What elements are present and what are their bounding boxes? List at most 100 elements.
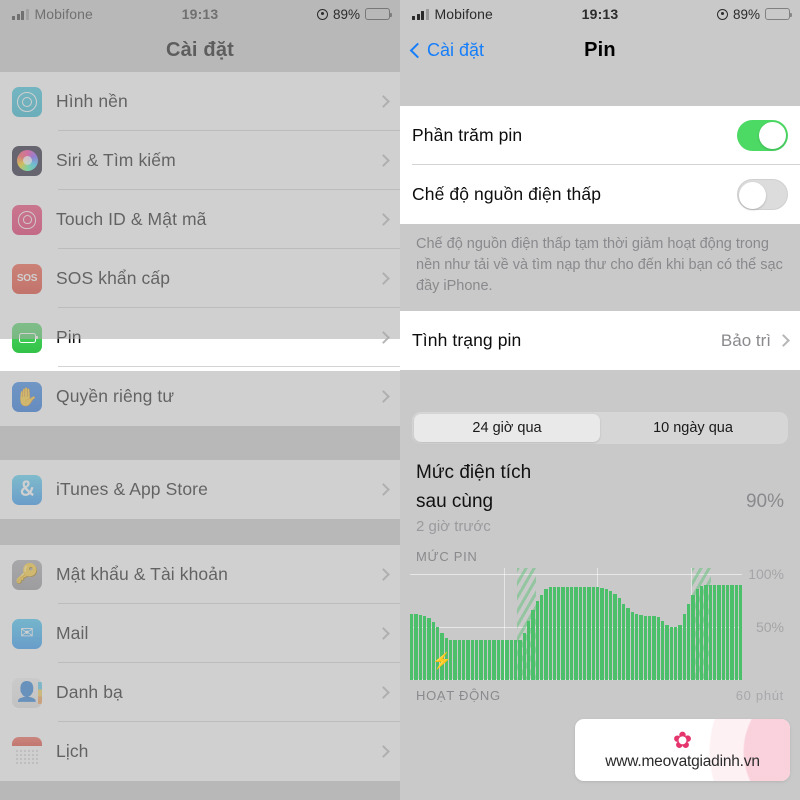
- sidebar-item-privacy[interactable]: ✋ Quyền riêng tư: [0, 367, 400, 426]
- low-power-mode-note: Chế độ nguồn điện thấp tạm thời giảm hoạ…: [416, 236, 783, 295]
- row-battery-percentage[interactable]: Phần trăm pin: [400, 106, 800, 165]
- low-power-mode-toggle[interactable]: [737, 179, 788, 210]
- location-arrow-icon: [316, 8, 328, 20]
- row-label: Chế độ nguồn điện thấp: [412, 184, 602, 204]
- siri-icon: [12, 145, 42, 176]
- chart-bar: [604, 588, 609, 680]
- battery-settings-icon: [12, 322, 42, 353]
- sidebar-item-label: Pin: [56, 327, 82, 347]
- chart-bar: [496, 639, 500, 680]
- chart-bar: [513, 639, 518, 680]
- tab-last-24-hours[interactable]: 24 giờ qua: [414, 414, 600, 443]
- chart-bar: [613, 594, 617, 680]
- sidebar-item-mail[interactable]: ✉ Mail: [0, 604, 400, 663]
- chart-bar: [539, 595, 544, 680]
- battery-level-chart: 100% 50% ⚡: [410, 565, 784, 680]
- ytick-100: 100%: [748, 565, 784, 582]
- chart-bar: [492, 639, 496, 680]
- chart-bar: [483, 639, 487, 680]
- sidebar-item-itunes-app-store[interactable]: ＆ iTunes & App Store: [0, 460, 400, 519]
- chart-bar: [414, 614, 418, 680]
- back-button[interactable]: Cài đặt: [409, 39, 485, 61]
- chart-bar: [717, 584, 721, 680]
- chart-bar: [665, 624, 669, 680]
- sidebar-item-label: Mail: [56, 623, 89, 643]
- calendar-icon: [12, 736, 42, 767]
- sos-icon: SOS: [12, 263, 42, 294]
- chart-bar: [565, 586, 570, 680]
- time-range-segmented-control-wrapper: 24 giờ qua 10 ngày qua: [400, 400, 800, 454]
- chart-bar: [466, 639, 470, 680]
- chart-bar: [410, 614, 414, 680]
- row-battery-health[interactable]: Tình trạng pin Bảo trì: [400, 311, 800, 371]
- usage-percent-value: 90%: [745, 491, 784, 513]
- sidebar-item-touch-id[interactable]: Touch ID & Mật mã: [0, 190, 400, 249]
- chart-bar: [509, 639, 513, 680]
- sidebar-item-label: Hình nền: [56, 91, 128, 111]
- chevron-right-icon: [377, 154, 390, 167]
- sidebar-item-emergency-sos[interactable]: SOS SOS khẩn cấp: [0, 249, 400, 308]
- chart-bar: [470, 639, 474, 680]
- chart-bar: [609, 590, 613, 680]
- chart-bar: [674, 626, 678, 680]
- chart-bar: [691, 595, 695, 680]
- chart-bar: [526, 620, 531, 680]
- chart-bar: [682, 614, 686, 680]
- time-range-segmented-control[interactable]: 24 giờ qua 10 ngày qua: [412, 412, 788, 445]
- ytick-50: 50%: [755, 618, 784, 635]
- sidebar-item-calendar[interactable]: Lịch: [0, 722, 400, 781]
- sidebar-item-label: Lịch: [56, 741, 89, 761]
- tab-last-10-days[interactable]: 10 ngày qua: [600, 414, 786, 442]
- battery-percent-label: 89%: [732, 6, 760, 22]
- cellular-signal-icon: [12, 8, 29, 20]
- chart-bar: [648, 616, 652, 680]
- chart-bar: [422, 616, 427, 680]
- sidebar-item-passwords-accounts[interactable]: 🔑 Mật khẩu & Tài khoản: [0, 545, 400, 604]
- chart-bar: [630, 612, 635, 680]
- activity-right-label: 60 phút: [735, 687, 784, 703]
- chart-bar: [552, 586, 557, 680]
- activity-section-label: HOẠT ĐỘNG: [416, 687, 501, 703]
- sidebar-item-wallpaper[interactable]: Hình nền: [0, 72, 400, 131]
- chart-bar: [457, 639, 461, 680]
- chart-bar: [518, 639, 522, 680]
- chart-bar: [578, 586, 583, 680]
- chart-bar: [561, 586, 565, 680]
- back-button-label: Cài đặt: [427, 39, 485, 60]
- chart-bar: [505, 639, 509, 680]
- nav-bar-settings: Cài đặt: [0, 28, 400, 72]
- fingerprint-icon: [12, 204, 42, 235]
- sidebar-item-label: iTunes & App Store: [56, 479, 208, 499]
- chevron-right-icon: [377, 213, 390, 226]
- sidebar-item-contacts[interactable]: 👤 Danh bạ: [0, 663, 400, 722]
- last-charge-usage-block: Mức điện tích sau cùng 90% 2 giờ trước: [400, 454, 800, 543]
- activity-section-label-row: HOẠT ĐỘNG 60 phút: [400, 680, 800, 703]
- chevron-right-icon: [377, 95, 390, 108]
- wallpaper-icon: [12, 86, 42, 117]
- chart-bar: [522, 633, 526, 680]
- chevron-right-icon: [377, 331, 390, 344]
- chart-bar: [574, 586, 578, 680]
- chevron-right-icon: [377, 745, 390, 758]
- chart-bars-container: [410, 568, 743, 680]
- chart-bar: [635, 614, 639, 680]
- chart-bar: [626, 607, 630, 680]
- usage-title-row: sau cùng 90%: [416, 487, 784, 516]
- chart-bar: [479, 639, 483, 680]
- chevron-right-icon: [777, 334, 790, 347]
- settings-group-2: ＆ iTunes & App Store: [0, 460, 400, 519]
- chevron-right-icon: [377, 390, 390, 403]
- chart-bar: [600, 587, 604, 680]
- sidebar-item-battery[interactable]: Pin: [0, 308, 400, 367]
- usage-subtitle: 2 giờ trước: [416, 517, 491, 535]
- chart-bar: [500, 639, 505, 680]
- watermark-url: www.meovatgiadinh.vn: [605, 753, 760, 770]
- row-low-power-mode[interactable]: Chế độ nguồn điện thấp: [400, 165, 800, 224]
- chart-bar: [725, 584, 730, 680]
- chart-bar: [738, 584, 743, 680]
- chart-bar: [583, 586, 587, 680]
- sidebar-item-siri-search[interactable]: Siri & Tìm kiếm: [0, 131, 400, 190]
- battery-percentage-toggle[interactable]: [737, 120, 788, 151]
